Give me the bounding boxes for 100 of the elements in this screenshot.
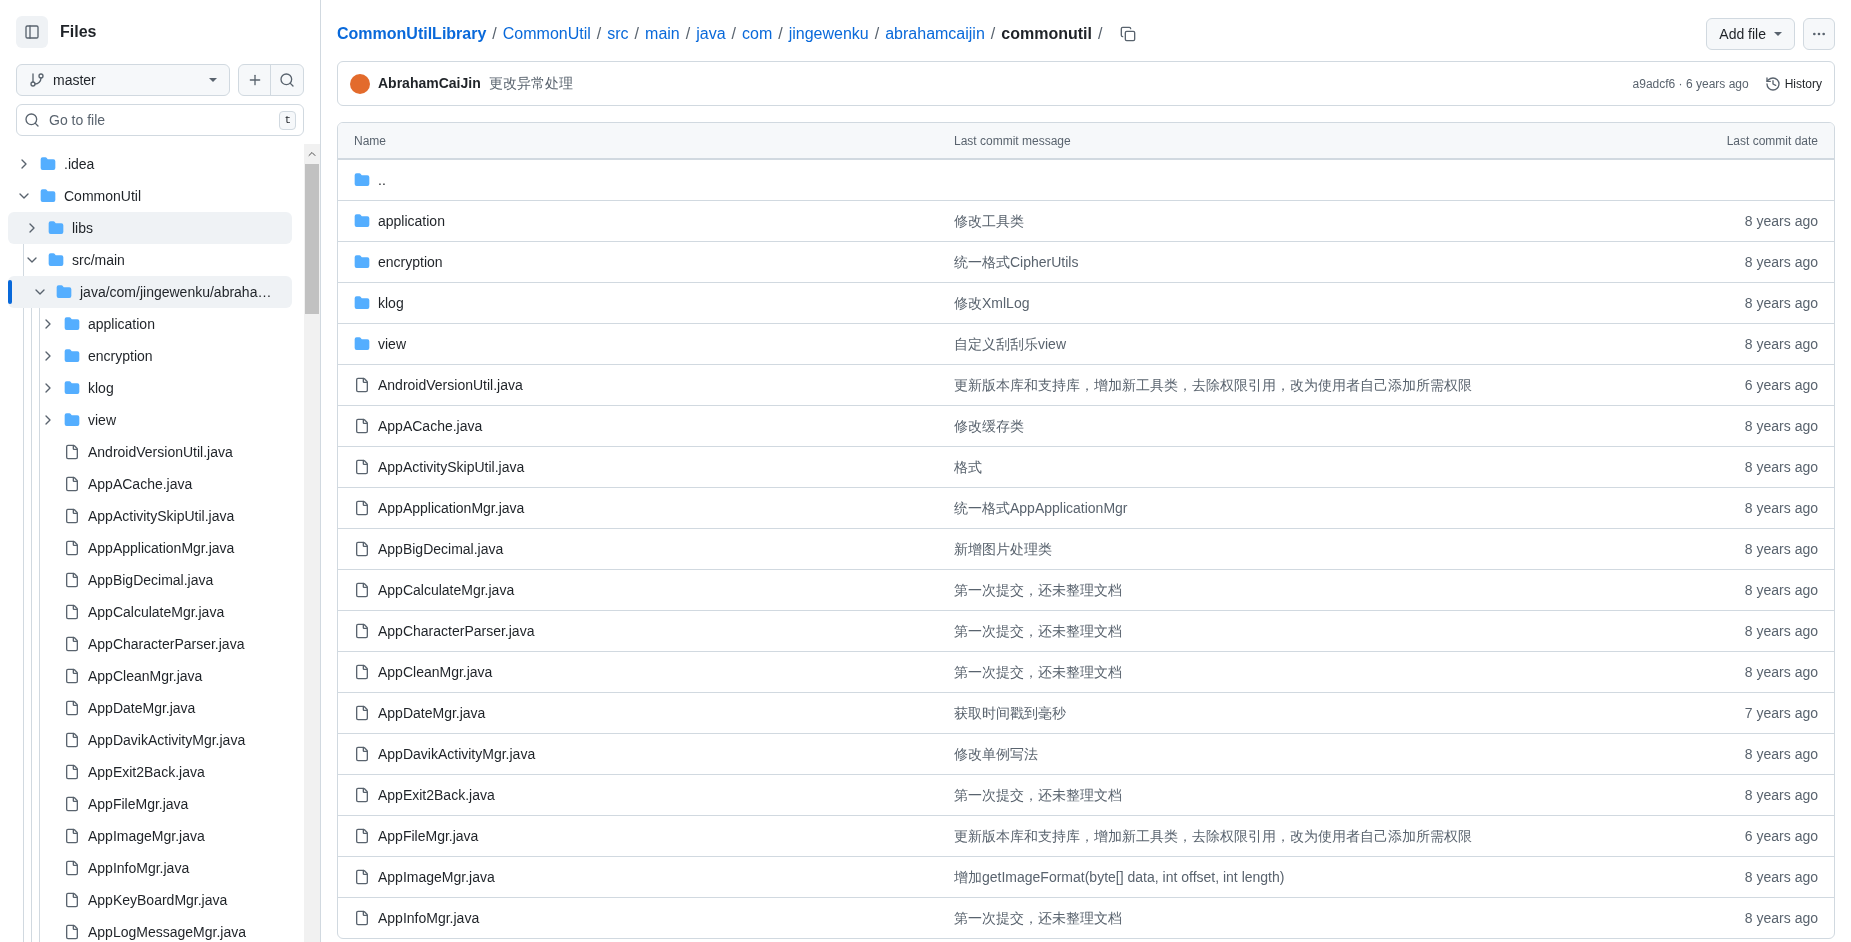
file-icon <box>354 500 370 516</box>
commit-message-link[interactable]: 修改缓存类 <box>954 415 1024 437</box>
file-name-link[interactable]: AppCharacterParser.java <box>378 620 535 642</box>
file-name-link[interactable]: AppBigDecimal.java <box>378 538 504 560</box>
file-name-link[interactable]: AndroidVersionUtil.java <box>378 374 523 396</box>
tree-item[interactable]: libs <box>8 212 292 244</box>
file-name-link[interactable]: view <box>378 333 406 355</box>
folder-icon <box>40 188 56 204</box>
commit-message-link[interactable]: 修改XmlLog <box>954 292 1030 314</box>
tree-item[interactable]: application <box>8 308 292 340</box>
history-button[interactable]: History <box>1764 74 1822 93</box>
tree-item[interactable]: AppApplicationMgr.java <box>8 532 292 564</box>
tree-item[interactable]: AppCleanMgr.java <box>8 660 292 692</box>
commit-message-link[interactable]: 更新版本库和支持库，增加新工具类，去除权限引用，改为使用者自己添加所需权限 <box>954 825 1472 847</box>
file-name-link[interactable]: application <box>378 210 445 232</box>
tree-item-label: AppLogMessageMgr.java <box>88 922 246 942</box>
tree-item[interactable]: AppInfoMgr.java <box>8 852 292 884</box>
file-name-link[interactable]: AppExit2Back.java <box>378 784 495 806</box>
commit-date: 8 years ago <box>1744 785 1818 805</box>
commit-date: 8 years ago <box>1744 662 1818 682</box>
file-name-link[interactable]: AppApplicationMgr.java <box>378 497 525 519</box>
file-name-link[interactable]: AppImageMgr.java <box>378 866 495 888</box>
commit-message-link[interactable]: 第一次提交，还未整理文档 <box>954 784 1122 806</box>
tree-item-label: AppACache.java <box>88 474 193 494</box>
file-name-link[interactable]: AppFileMgr.java <box>378 825 479 847</box>
commit-message-link[interactable]: 第一次提交，还未整理文档 <box>954 661 1122 683</box>
file-icon <box>64 444 80 460</box>
file-icon <box>64 604 80 620</box>
tree-item[interactable]: klog <box>8 372 292 404</box>
tree-item[interactable]: AppImageMgr.java <box>8 820 292 852</box>
path-link[interactable]: CommonUtil <box>502 22 591 46</box>
sidebar-toggle-button[interactable] <box>16 16 48 48</box>
commit-message-link[interactable]: 自定义刮刮乐view <box>954 333 1066 355</box>
tree-item[interactable]: view <box>8 404 292 436</box>
path-link[interactable]: abrahamcaijin <box>885 22 985 46</box>
parent-directory-link[interactable]: .. <box>378 169 386 191</box>
commit-message-link[interactable]: 格式 <box>954 456 982 478</box>
file-name-link[interactable]: AppActivitySkipUtil.java <box>378 456 525 478</box>
file-name-link[interactable]: AppACache.java <box>378 415 483 437</box>
tree-item[interactable]: AppExit2Back.java <box>8 756 292 788</box>
commit-date: 8 years ago <box>1744 621 1818 641</box>
copy-icon <box>1120 26 1137 42</box>
tree-item[interactable]: AppBigDecimal.java <box>8 564 292 596</box>
commit-author[interactable]: AbrahamCaiJin <box>378 73 481 94</box>
tree-item[interactable]: AppKeyBoardMgr.java <box>8 884 292 916</box>
tree-item[interactable]: AppFileMgr.java <box>8 788 292 820</box>
tree-item[interactable]: AppCharacterParser.java <box>8 628 292 660</box>
file-name-link[interactable]: klog <box>378 292 404 314</box>
path-link[interactable]: com <box>742 22 773 46</box>
commit-message-link[interactable]: 新增图片处理类 <box>954 538 1052 560</box>
commit-message-link[interactable]: 统一格式AppApplicationMgr <box>954 497 1128 519</box>
file-name-link[interactable]: encryption <box>378 251 443 273</box>
scrollbar-thumb[interactable] <box>305 164 319 314</box>
tree-item[interactable]: .idea <box>8 148 292 180</box>
commit-date: 8 years ago <box>1744 744 1818 764</box>
file-name-link[interactable]: AppDateMgr.java <box>378 702 486 724</box>
tree-item[interactable]: java/com/jingewenku/abraha… <box>8 276 292 308</box>
tree-item[interactable]: encryption <box>8 340 292 372</box>
commit-message-link[interactable]: 第一次提交，还未整理文档 <box>954 620 1122 642</box>
commit-sha-time[interactable]: a9adcf6 · 6 years ago <box>1632 74 1749 93</box>
commit-message-link[interactable]: 修改单例写法 <box>954 743 1038 765</box>
tree-item[interactable]: AndroidVersionUtil.java <box>8 436 292 468</box>
tree-item[interactable]: AppLogMessageMgr.java <box>8 916 292 942</box>
commit-message-link[interactable]: 第一次提交，还未整理文档 <box>954 907 1122 929</box>
add-file-button[interactable]: Add file <box>1706 18 1795 50</box>
folder-icon <box>64 380 80 396</box>
file-name-link[interactable]: AppCalculateMgr.java <box>378 579 515 601</box>
path-link[interactable]: main <box>645 22 680 46</box>
tree-item[interactable]: CommonUtil <box>8 180 292 212</box>
path-link[interactable]: src <box>607 22 629 46</box>
commit-date: 8 years ago <box>1744 252 1818 272</box>
branch-select[interactable]: master <box>16 64 230 96</box>
commit-message-link[interactable]: 第一次提交，还未整理文档 <box>954 579 1122 601</box>
commit-message-link[interactable]: 增加getImageFormat(byte[] data, int offset, int length) <box>954 866 1285 888</box>
file-icon <box>64 668 80 684</box>
tree-item-label: AppKeyBoardMgr.java <box>88 890 228 910</box>
path-link[interactable]: java <box>696 22 726 46</box>
tree-item[interactable]: AppCalculateMgr.java <box>8 596 292 628</box>
file-name-link[interactable]: AppInfoMgr.java <box>378 907 480 929</box>
tree-item[interactable]: AppActivitySkipUtil.java <box>8 500 292 532</box>
tree-item[interactable]: AppDavikActivityMgr.java <box>8 724 292 756</box>
commit-message-link[interactable]: 修改工具类 <box>954 210 1024 232</box>
commit-message-link[interactable]: 获取时间戳到毫秒 <box>954 702 1066 724</box>
file-name-link[interactable]: AppCleanMgr.java <box>378 661 493 683</box>
file-icon <box>64 476 80 492</box>
commit-message-link[interactable]: 统一格式CipherUtils <box>954 251 1079 273</box>
file-name-link[interactable]: AppDavikActivityMgr.java <box>378 743 536 765</box>
commit-date: 8 years ago <box>1744 908 1818 928</box>
tree-item[interactable]: AppDateMgr.java <box>8 692 292 724</box>
repo-link[interactable]: CommonUtilLibrary <box>337 22 487 46</box>
tree-item[interactable]: AppACache.java <box>8 468 292 500</box>
commit-message-link[interactable]: 更新版本库和支持库，增加新工具类，去除权限引用，改为使用者自己添加所需权限 <box>954 374 1472 396</box>
tree-item-label: AppFileMgr.java <box>88 794 189 814</box>
tree-item[interactable]: src/main <box>8 244 292 276</box>
scrollbar[interactable] <box>304 144 320 942</box>
path-link[interactable]: jingewenku <box>788 22 869 46</box>
copy-path-button[interactable] <box>1120 26 1137 42</box>
file-icon <box>354 418 370 434</box>
file-icon <box>354 705 370 721</box>
commit-message[interactable]: 更改异常处理 <box>488 73 573 94</box>
